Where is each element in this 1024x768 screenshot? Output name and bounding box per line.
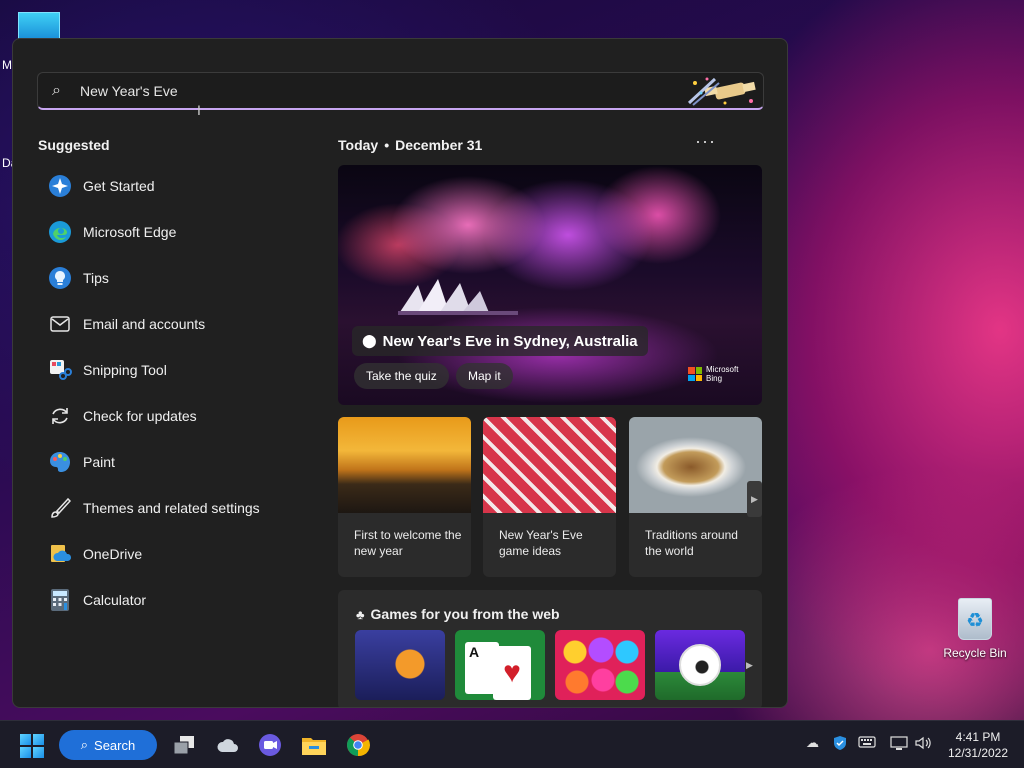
chrome-icon[interactable] [345, 732, 371, 758]
game-tile-solitaire[interactable]: A ♥ [455, 630, 545, 700]
cloud-offline-icon[interactable]: ☁ [806, 735, 819, 751]
suggested-item-onedrive[interactable]: OneDrive [35, 531, 305, 577]
get-started-icon [47, 173, 73, 199]
recycle-bin-icon [958, 598, 992, 640]
start-button[interactable] [20, 734, 44, 758]
games-title: Games for you from the web [370, 606, 560, 622]
clock-time: 4:41 PM [955, 730, 1001, 744]
suggested-list: Get Started Microsoft Edge Tips Email an… [35, 163, 305, 623]
opera-house-icon [398, 279, 518, 315]
widgets-icon[interactable] [215, 732, 241, 758]
suggested-item-snipping-tool[interactable]: Snipping Tool [35, 347, 305, 393]
suggested-item-label: Tips [83, 270, 109, 286]
today-label: Today [338, 137, 379, 153]
recycle-bin-label: Recycle Bin [943, 646, 1007, 660]
clock-date: 12/31/2022 [947, 746, 1009, 760]
desktop-shortcut-icon[interactable] [18, 12, 60, 40]
security-shield-icon[interactable] [832, 735, 848, 754]
volume-icon[interactable] [914, 735, 932, 754]
brand-line: Microsoft [706, 365, 739, 374]
featured-card[interactable]: ⬤ New Year's Eve in Sydney, Australia Ta… [338, 165, 762, 405]
story-card[interactable]: New Year's Eve game ideas [483, 417, 616, 577]
suggested-heading: Suggested [38, 137, 110, 153]
games-heading: ♣ Games for you from the web [356, 606, 560, 622]
location-pin-icon: ⬤ [362, 333, 377, 348]
keyboard-icon[interactable] [858, 735, 876, 752]
chevron-right-icon[interactable]: ▶ [746, 660, 753, 671]
microsoft-bing-logo: Microsoft Bing [688, 365, 738, 383]
search-icon: ⌕ [52, 81, 61, 99]
paint-icon [47, 449, 73, 475]
sunset-image [338, 417, 471, 513]
onedrive-icon [47, 541, 73, 567]
recycle-bin[interactable]: Recycle Bin [940, 598, 1010, 660]
location-badge[interactable]: ⬤ New Year's Eve in Sydney, Australia [352, 326, 648, 356]
today-date: December 31 [395, 137, 483, 153]
suggested-item-tips[interactable]: Tips [35, 255, 305, 301]
game-tile-soccer[interactable] [655, 630, 745, 700]
game-tile-candy[interactable] [555, 630, 645, 700]
take-quiz-button[interactable]: Take the quiz [354, 363, 449, 389]
story-card[interactable]: Traditions around the world [629, 417, 762, 577]
taskbar-search-label: Search [94, 737, 136, 753]
games-icon: ♣ [356, 606, 365, 622]
suggested-item-label: Snipping Tool [83, 362, 167, 378]
story-caption: Traditions around the world [645, 528, 738, 558]
separator-dot: • [384, 137, 390, 153]
brush-icon [47, 495, 73, 521]
suggested-item-label: Check for updates [83, 408, 197, 424]
network-icon[interactable] [890, 735, 908, 754]
snipping-tool-icon [47, 357, 73, 383]
suggested-item-label: Get Started [83, 178, 155, 194]
suggested-item-calculator[interactable]: Calculator [35, 577, 305, 623]
microsoft-logo-icon [688, 367, 702, 381]
search-panel: ⌕ I Suggested Get Started Micr [12, 38, 788, 708]
suggested-item-paint[interactable]: Paint [35, 439, 305, 485]
brand-line: Bing [706, 374, 723, 383]
story-cards: First to welcome the new year New Year's… [338, 417, 762, 577]
taskbar-search-button[interactable]: ⌕ Search [59, 730, 157, 760]
text-cursor-icon: I [197, 102, 201, 118]
noodles-image [629, 417, 762, 513]
suggested-item-email-accounts[interactable]: Email and accounts [35, 301, 305, 347]
mail-icon [47, 311, 73, 337]
story-caption: First to welcome the new year [354, 528, 462, 558]
suggested-item-get-started[interactable]: Get Started [35, 163, 305, 209]
search-input[interactable] [80, 82, 640, 99]
suggested-item-label: OneDrive [83, 546, 143, 562]
desktop-label: M [2, 58, 12, 72]
suggested-item-label: Email and accounts [83, 316, 206, 332]
search-box[interactable]: ⌕ [37, 72, 764, 110]
location-text: New Year's Eve in Sydney, Australia [382, 332, 638, 350]
chevron-right-icon[interactable]: ▶ [747, 481, 762, 517]
heart-card-icon: ♥ [493, 646, 531, 700]
calculator-icon [47, 587, 73, 613]
bingo-image [483, 417, 616, 513]
taskbar: ⌕ Search ☁ 4:41 PM 12/31/2022 [0, 720, 1024, 768]
games-section: ♣ Games for you from the web A ♥ ▶ [338, 590, 762, 707]
story-card[interactable]: First to welcome the new year [338, 417, 471, 577]
more-options-button[interactable]: ··· [695, 131, 716, 152]
suggested-item-edge[interactable]: Microsoft Edge [35, 209, 305, 255]
party-popper-icon [687, 77, 756, 106]
tips-icon [47, 265, 73, 291]
suggested-item-check-updates[interactable]: Check for updates [35, 393, 305, 439]
suggested-item-label: Paint [83, 454, 115, 470]
today-header: Today • December 31 [338, 137, 482, 153]
suggested-item-label: Microsoft Edge [83, 224, 177, 240]
system-clock[interactable]: 4:41 PM 12/31/2022 [946, 729, 1010, 761]
game-tile-basketball[interactable] [355, 630, 445, 700]
suggested-item-label: Calculator [83, 592, 147, 608]
suggested-item-themes[interactable]: Themes and related settings [35, 485, 305, 531]
edge-icon [47, 219, 73, 245]
map-it-button[interactable]: Map it [456, 363, 513, 389]
file-explorer-icon[interactable] [301, 732, 327, 758]
chat-icon[interactable] [257, 732, 283, 758]
soccer-ball-icon [679, 644, 721, 686]
search-icon: ⌕ [80, 737, 89, 752]
task-view-icon[interactable] [171, 732, 197, 758]
refresh-icon [47, 403, 73, 429]
suggested-item-label: Themes and related settings [83, 500, 260, 516]
story-caption: New Year's Eve game ideas [499, 528, 583, 558]
